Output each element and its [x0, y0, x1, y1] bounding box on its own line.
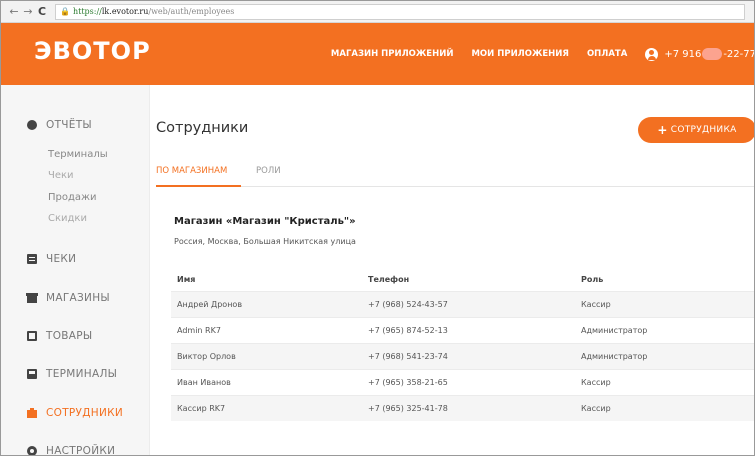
cell-role: Кассир	[581, 378, 611, 387]
sidebar-item-products[interactable]: ТОВАРЫ	[27, 330, 92, 342]
sidebar-item-label: МАГАЗИНЫ	[46, 292, 110, 304]
sidebar-sub-discounts[interactable]: Скидки	[48, 213, 87, 224]
cell-name: Иван Иванов	[177, 378, 231, 387]
sidebar-item-employees[interactable]: СОТРУДНИКИ	[27, 407, 123, 419]
sidebar: ОТЧЁТЫ Терминалы Чеки Продажи Скидки ЧЕК…	[1, 85, 150, 456]
page-title: Сотрудники	[156, 120, 249, 136]
cell-role: Администратор	[581, 352, 648, 361]
sidebar-item-reports[interactable]: ОТЧЁТЫ	[27, 119, 92, 131]
add-employee-label: СОТРУДНИКА	[670, 125, 737, 135]
lock-icon: 🔒	[60, 7, 70, 16]
sidebar-sub-sales[interactable]: Продажи	[48, 192, 97, 203]
terminal-icon	[27, 369, 37, 379]
gear-icon	[27, 446, 37, 455]
table-row[interactable]: Admin RK7 +7 (965) 874-52-13 Администрат…	[171, 317, 754, 343]
url-protocol: https://	[72, 7, 102, 16]
nav-app-store[interactable]: МАГАЗИН ПРИЛОЖЕНИЙ	[331, 49, 454, 59]
sidebar-item-label: СОТРУДНИКИ	[46, 407, 124, 419]
nav-payment[interactable]: ОПЛАТА	[587, 49, 627, 59]
user-account[interactable]: +7 916 -22-77	[645, 47, 755, 61]
top-navigation: МАГАЗИН ПРИЛОЖЕНИЙ МОИ ПРИЛОЖЕНИЯ ОПЛАТА…	[331, 23, 755, 85]
employees-icon	[27, 408, 37, 418]
table-header: Имя Телефон Роль	[171, 268, 754, 291]
sidebar-item-label: ТЕРМИНАЛЫ	[46, 368, 118, 380]
user-icon	[645, 47, 659, 61]
app-window: ← → C 🔒 https:// lk.evotor.ru /web/auth/…	[0, 0, 755, 456]
sidebar-item-receipts[interactable]: ЧЕКИ	[27, 253, 76, 265]
sidebar-item-terminals[interactable]: ТЕРМИНАЛЫ	[27, 368, 117, 380]
sidebar-sub-terminals[interactable]: Терминалы	[48, 149, 108, 160]
cell-phone: +7 (965) 325-41-78	[368, 404, 448, 413]
cell-phone: +7 (968) 524-43-57	[368, 300, 448, 309]
plus-icon: +	[657, 123, 668, 137]
table-row[interactable]: Андрей Дронов +7 (968) 524-43-57 Кассир	[171, 291, 754, 317]
sidebar-item-label: ТОВАРЫ	[46, 330, 93, 342]
store-name: Магазин «Магазин "Кристаль"»	[174, 216, 356, 227]
cell-name: Кассир RK7	[177, 404, 226, 413]
address-bar[interactable]: 🔒 https:// lk.evotor.ru /web/auth/employ…	[55, 3, 745, 20]
employees-table: Имя Телефон Роль Андрей Дронов +7 (968) …	[171, 268, 754, 421]
phone-prefix: +7 916	[664, 48, 702, 60]
tab-bar: ПО МАГАЗИНАМ РОЛИ	[156, 157, 754, 187]
tab-by-stores[interactable]: ПО МАГАЗИНАМ	[156, 166, 227, 176]
sidebar-item-stores[interactable]: МАГАЗИНЫ	[26, 292, 110, 304]
table-row[interactable]: Виктор Орлов +7 (968) 541-23-74 Админист…	[171, 343, 754, 369]
reports-icon	[27, 120, 37, 130]
cell-name: Виктор Орлов	[177, 352, 236, 361]
evotor-logo[interactable]: ЭВОТОР	[34, 37, 151, 65]
cell-phone: +7 (965) 874-52-13	[368, 326, 448, 335]
cell-role: Кассир	[581, 404, 611, 413]
store-address: Россия, Москва, Большая Никитская улица	[174, 237, 356, 246]
url-host: lk.evotor.ru	[101, 7, 149, 16]
receipt-icon	[27, 254, 37, 264]
sidebar-sub-receipts[interactable]: Чеки	[48, 170, 74, 181]
browser-toolbar: ← → C 🔒 https:// lk.evotor.ru /web/auth/…	[1, 1, 754, 23]
box-icon	[27, 331, 37, 341]
forward-button[interactable]: →	[21, 5, 35, 18]
column-header-name[interactable]: Имя	[177, 268, 195, 291]
redacted-blur	[702, 48, 723, 60]
cell-role: Кассир	[581, 300, 611, 309]
column-header-phone[interactable]: Телефон	[368, 268, 409, 291]
sidebar-item-label: ОТЧЁТЫ	[46, 119, 92, 131]
table-row[interactable]: Кассир RK7 +7 (965) 325-41-78 Кассир	[171, 395, 754, 421]
sidebar-item-settings[interactable]: НАСТРОЙКИ	[27, 445, 116, 456]
active-tab-indicator	[156, 185, 241, 187]
reload-button[interactable]: C	[35, 5, 49, 18]
cell-name: Admin RK7	[177, 326, 221, 335]
column-header-role[interactable]: Роль	[581, 268, 603, 291]
nav-my-apps[interactable]: МОИ ПРИЛОЖЕНИЯ	[471, 49, 568, 59]
cell-phone: +7 (968) 541-23-74	[368, 352, 448, 361]
sidebar-item-label: НАСТРОЙКИ	[46, 445, 116, 456]
cell-name: Андрей Дронов	[177, 300, 243, 309]
back-button[interactable]: ←	[7, 5, 21, 18]
cell-role: Администратор	[581, 326, 648, 335]
tab-roles[interactable]: РОЛИ	[256, 166, 281, 176]
phone-suffix: -22-77	[723, 48, 755, 60]
main-content: Сотрудники + СОТРУДНИКА ПО МАГАЗИНАМ РОЛ…	[151, 85, 754, 455]
top-header: ЭВОТОР МАГАЗИН ПРИЛОЖЕНИЙ МОИ ПРИЛОЖЕНИЯ…	[1, 23, 755, 85]
cell-phone: +7 (965) 358-21-65	[368, 378, 448, 387]
store-icon	[26, 293, 38, 303]
sidebar-item-label: ЧЕКИ	[46, 253, 77, 265]
table-row[interactable]: Иван Иванов +7 (965) 358-21-65 Кассир	[171, 369, 754, 395]
url-path: /web/auth/employees	[148, 7, 235, 16]
add-employee-button[interactable]: + СОТРУДНИКА	[638, 117, 754, 143]
